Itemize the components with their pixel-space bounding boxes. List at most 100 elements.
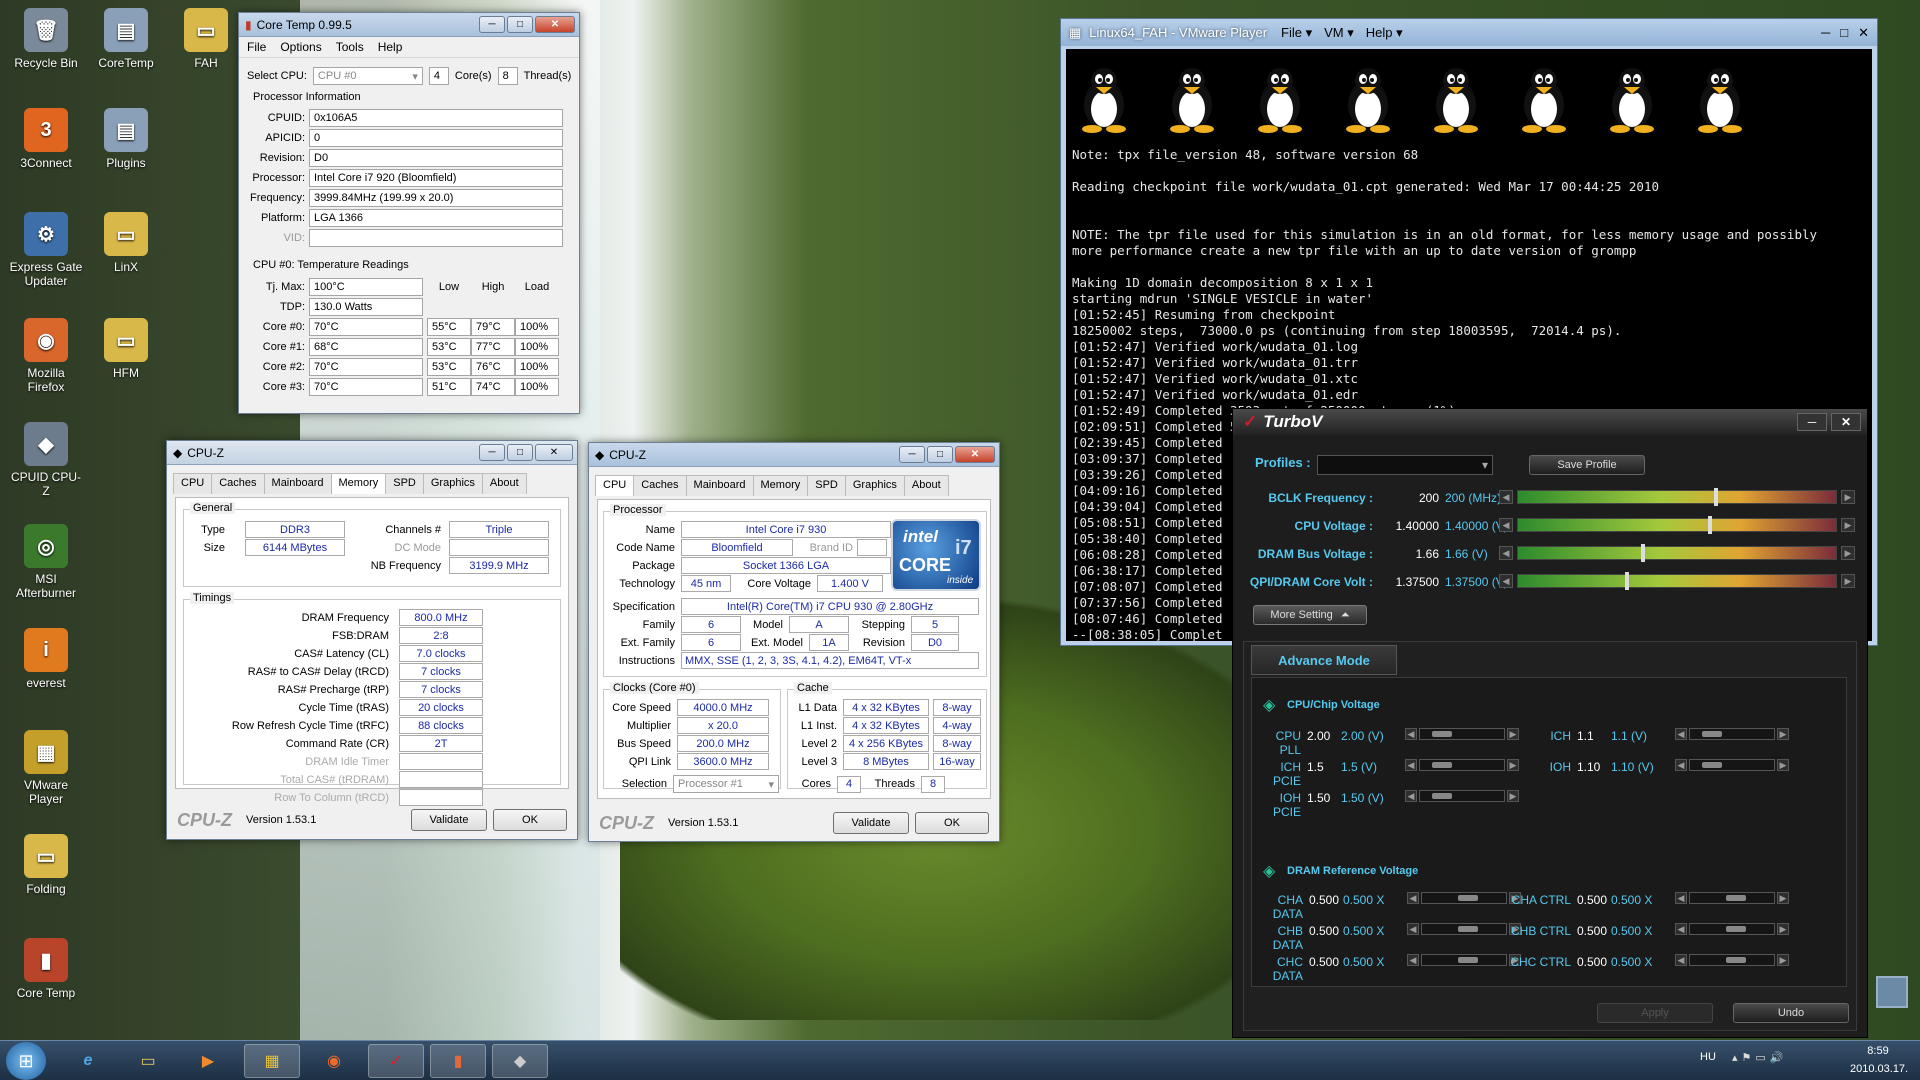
desktop-icon-msi-afterburner[interactable]: ◎ MSI Afterburner xyxy=(8,524,84,600)
minimize-button[interactable]: ─ xyxy=(479,16,505,33)
tab-caches[interactable]: Caches xyxy=(633,475,687,496)
close-button[interactable]: ✕ xyxy=(535,444,573,461)
slider-knob[interactable] xyxy=(1458,895,1478,901)
slider-knob[interactable] xyxy=(1726,895,1746,901)
tab-about[interactable]: About xyxy=(903,475,949,496)
control-decrease-button[interactable]: ◀ xyxy=(1405,759,1417,771)
tab-graphics[interactable]: Graphics xyxy=(422,473,483,494)
cpuz-memory-titlebar[interactable]: ◆ CPU-Z ─ □ ✕ xyxy=(167,441,577,465)
advance-mode-tab[interactable]: Advance Mode xyxy=(1251,645,1397,675)
taskbar-firefox-button[interactable]: ◉ xyxy=(306,1044,362,1078)
control-slider[interactable] xyxy=(1419,790,1505,802)
voltage-slider[interactable] xyxy=(1517,544,1837,562)
desktop-icon-recycle-bin[interactable]: 🗑 Recycle Bin xyxy=(8,8,84,70)
tab-mainboard[interactable]: Mainboard xyxy=(263,473,332,494)
slider-knob[interactable] xyxy=(1458,957,1478,963)
menu-options[interactable]: Options xyxy=(280,40,321,54)
control-slider[interactable] xyxy=(1689,759,1775,771)
slider-knob[interactable] xyxy=(1432,731,1452,737)
slider-knob[interactable] xyxy=(1702,762,1722,768)
control-increase-button[interactable]: ▶ xyxy=(1507,790,1519,802)
taskbar-ie-button[interactable]: e xyxy=(60,1044,116,1078)
slider-knob[interactable] xyxy=(1625,572,1629,590)
desktop-icon-coretemp[interactable]: ▤ CoreTemp xyxy=(88,8,164,70)
taskbar-media-player-button[interactable]: ▶ xyxy=(180,1044,236,1078)
coretemp-titlebar[interactable]: ▮ Core Temp 0.99.5 ─ □ ✕ xyxy=(239,13,579,37)
control-slider[interactable] xyxy=(1689,892,1775,904)
validate-button[interactable]: Validate xyxy=(833,812,909,834)
slider-decrease-button[interactable]: ◀ xyxy=(1499,490,1513,504)
slider-knob[interactable] xyxy=(1726,957,1746,963)
desktop-icon-core-temp[interactable]: ▮ Core Temp xyxy=(8,938,84,1000)
maximize-button[interactable]: □ xyxy=(927,446,953,463)
voltage-slider[interactable] xyxy=(1517,516,1837,534)
control-decrease-button[interactable]: ◀ xyxy=(1675,728,1687,740)
slider-knob[interactable] xyxy=(1708,516,1712,534)
slider-decrease-button[interactable]: ◀ xyxy=(1499,518,1513,532)
maximize-button[interactable]: □ xyxy=(507,444,533,461)
taskbar-coretemp-button[interactable]: ▮ xyxy=(430,1044,486,1078)
menu-file[interactable]: File ▾ xyxy=(1281,25,1312,41)
maximize-button[interactable]: □ xyxy=(1840,25,1848,41)
taskbar-turbov-button[interactable]: ✓ xyxy=(368,1044,424,1078)
desktop-icon-hfm[interactable]: ▭ HFM xyxy=(88,318,164,380)
menu-help[interactable]: Help ▾ xyxy=(1366,25,1403,41)
control-decrease-button[interactable]: ◀ xyxy=(1675,759,1687,771)
slider-knob[interactable] xyxy=(1641,544,1645,562)
control-slider[interactable] xyxy=(1689,954,1775,966)
control-slider[interactable] xyxy=(1689,923,1775,935)
control-slider[interactable] xyxy=(1689,728,1775,740)
language-indicator[interactable]: HU xyxy=(1700,1051,1716,1063)
desktop-icon-cpuid-cpu-z[interactable]: ◆ CPUID CPU-Z xyxy=(8,422,84,498)
tab-graphics[interactable]: Graphics xyxy=(844,475,905,496)
slider-knob[interactable] xyxy=(1726,926,1746,932)
desktop-icon-plugins[interactable]: ▤ Plugins xyxy=(88,108,164,170)
clock-date[interactable]: 2010.03.17. xyxy=(1850,1063,1908,1075)
slider-decrease-button[interactable]: ◀ xyxy=(1499,546,1513,560)
close-button[interactable]: ✕ xyxy=(1831,413,1861,431)
tab-memory[interactable]: Memory xyxy=(752,475,809,496)
apply-button[interactable]: Apply xyxy=(1597,1003,1713,1023)
slider-increase-button[interactable]: ▶ xyxy=(1841,490,1855,504)
menu-file[interactable]: File xyxy=(247,40,266,54)
slider-knob[interactable] xyxy=(1702,731,1722,737)
menu-vm[interactable]: VM ▾ xyxy=(1324,25,1354,41)
taskbar-cpuz-button[interactable]: ◆ xyxy=(492,1044,548,1078)
clock-time[interactable]: 8:59 xyxy=(1850,1045,1906,1057)
vmware-titlebar[interactable]: ▦ Linux64_FAH - VMware Player File ▾ VM … xyxy=(1061,19,1877,46)
control-increase-button[interactable]: ▶ xyxy=(1777,892,1789,904)
control-decrease-button[interactable]: ◀ xyxy=(1405,790,1417,802)
control-slider[interactable] xyxy=(1419,759,1505,771)
minimize-button[interactable]: ─ xyxy=(479,444,505,461)
control-increase-button[interactable]: ▶ xyxy=(1777,923,1789,935)
close-button[interactable]: ✕ xyxy=(1858,25,1869,41)
ok-button[interactable]: OK xyxy=(493,809,567,831)
taskbar-explorer-button[interactable]: ▭ xyxy=(120,1044,176,1078)
desktop-icon-mozilla-firefox[interactable]: ◉ Mozilla Firefox xyxy=(8,318,84,394)
desktop-icon-folding[interactable]: ▭ Folding xyxy=(8,834,84,896)
desktop-icon-linx[interactable]: ▭ LinX xyxy=(88,212,164,274)
tab-cpu[interactable]: CPU xyxy=(173,473,213,494)
minimize-button[interactable]: ─ xyxy=(899,446,925,463)
control-increase-button[interactable]: ▶ xyxy=(1777,954,1789,966)
desktop-icon-everest[interactable]: i everest xyxy=(8,628,84,690)
desktop-icon-fah[interactable]: ▭ FAH xyxy=(168,8,244,70)
control-decrease-button[interactable]: ◀ xyxy=(1407,892,1419,904)
menu-tools[interactable]: Tools xyxy=(336,40,364,54)
start-button[interactable]: ⊞ xyxy=(6,1042,46,1080)
control-decrease-button[interactable]: ◀ xyxy=(1675,923,1687,935)
tab-cpu[interactable]: CPU xyxy=(595,475,635,496)
slider-knob[interactable] xyxy=(1432,762,1452,768)
desktop-icon-express-gate-updater[interactable]: ⚙ Express Gate Updater xyxy=(8,212,84,288)
profiles-dropdown[interactable]: ▾ xyxy=(1317,455,1493,475)
minimize-button[interactable]: ─ xyxy=(1797,413,1827,431)
slider-knob[interactable] xyxy=(1458,926,1478,932)
tab-spd[interactable]: SPD xyxy=(385,473,424,494)
voltage-slider[interactable] xyxy=(1517,572,1837,590)
tab-memory[interactable]: Memory xyxy=(330,473,387,494)
slider-increase-button[interactable]: ▶ xyxy=(1841,546,1855,560)
maximize-button[interactable]: □ xyxy=(507,16,533,33)
slider-increase-button[interactable]: ▶ xyxy=(1841,518,1855,532)
more-setting-button[interactable]: More Setting ⏶ xyxy=(1253,605,1367,625)
cpuz-cpu-titlebar[interactable]: ◆ CPU-Z ─ □ ✕ xyxy=(589,443,999,467)
